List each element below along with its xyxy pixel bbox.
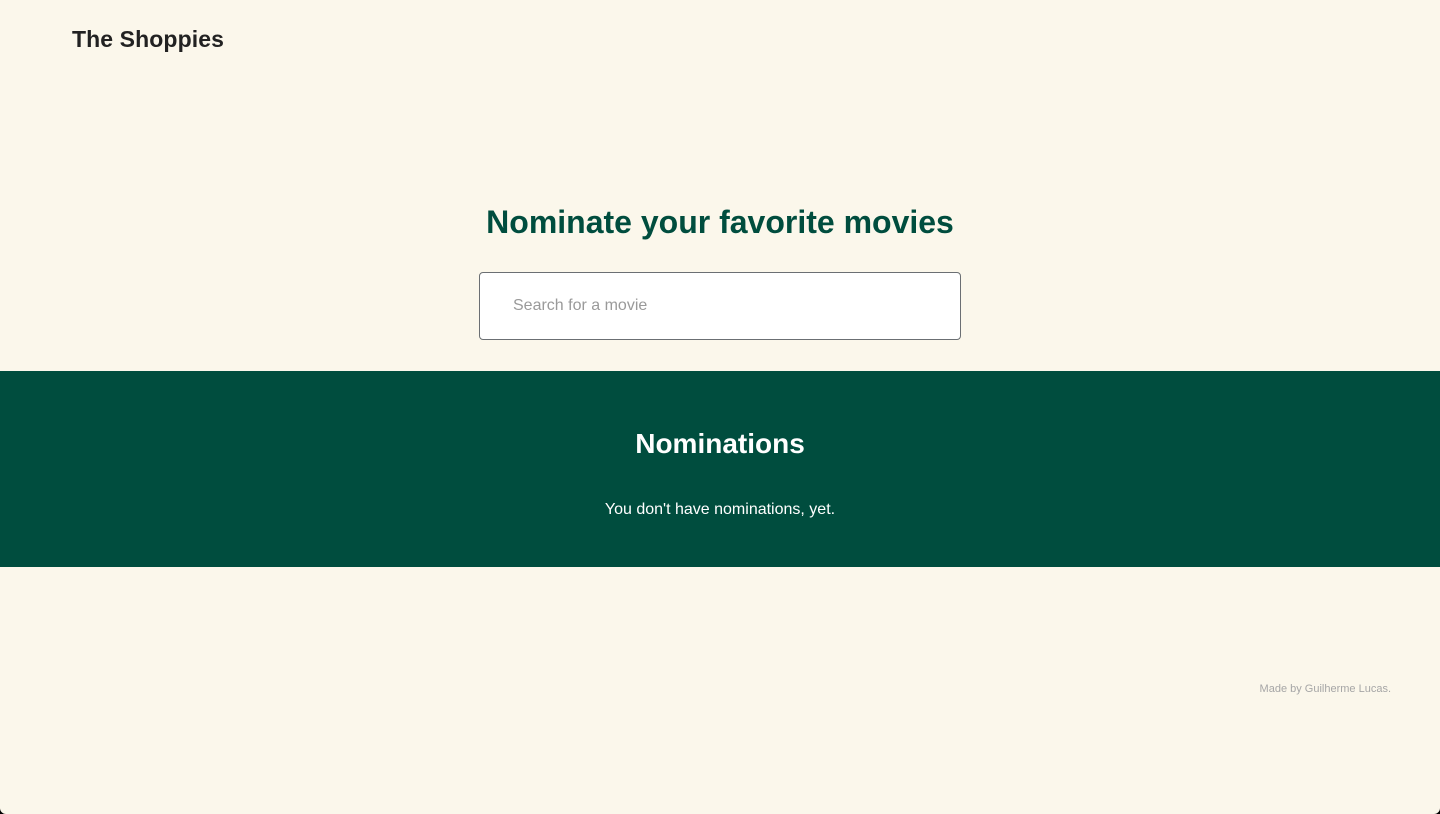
- brand-logo-text[interactable]: The Shoppies: [72, 24, 224, 54]
- page-title: Nominate your favorite movies: [486, 204, 954, 240]
- search-input[interactable]: [480, 273, 960, 339]
- search-box[interactable]: [479, 272, 961, 340]
- nominations-section: Nominations You don't have nominations, …: [0, 371, 1440, 567]
- footer-credit: Made by Guilherme Lucas.: [1259, 683, 1391, 695]
- nominations-empty-message: You don't have nominations, yet.: [604, 501, 836, 518]
- nominations-title: Nominations: [635, 428, 805, 459]
- page: The Shoppies Nominate your favorite movi…: [0, 0, 1440, 814]
